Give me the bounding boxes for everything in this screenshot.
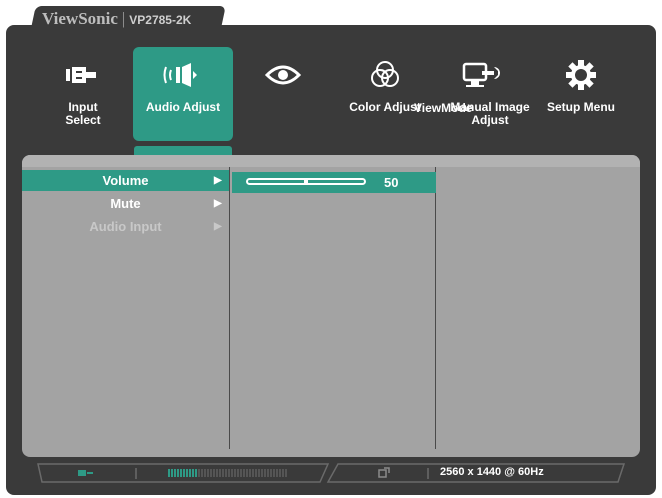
tab-input-select-label: Input Select xyxy=(65,100,101,127)
level-segment xyxy=(282,469,284,477)
monitor-wrench-icon xyxy=(433,59,533,91)
level-segment xyxy=(204,469,206,477)
eye-icon xyxy=(233,59,333,91)
level-segment xyxy=(276,469,278,477)
tab-manual-image-adjust[interactable]: Manual Image Adjust xyxy=(433,47,533,141)
tab-color-adjust[interactable]: Color Adjust xyxy=(333,47,437,141)
signal-level-bar xyxy=(168,468,298,478)
level-segment xyxy=(195,469,197,477)
chevron-right-icon: ▶ xyxy=(214,198,222,209)
tab-viewmode-icon[interactable] xyxy=(233,47,333,141)
chevron-right-icon: ▶ xyxy=(214,175,222,186)
chevron-right-icon: ▶ xyxy=(214,221,222,232)
level-segment xyxy=(240,469,242,477)
menu-item-volume-label: Volume xyxy=(102,173,149,188)
level-segment xyxy=(255,469,257,477)
menu-item-audio-input-label: Audio Input xyxy=(89,219,162,234)
speaker-icon xyxy=(133,59,233,91)
menu-item-audio-input: Audio Input ▶ xyxy=(22,216,229,237)
level-segment xyxy=(264,469,266,477)
level-segment xyxy=(171,469,173,477)
level-segment xyxy=(168,469,170,477)
column-divider-1 xyxy=(229,167,230,449)
level-segment xyxy=(216,469,218,477)
level-segment xyxy=(279,469,281,477)
level-segment xyxy=(192,469,194,477)
level-segment xyxy=(189,469,191,477)
level-segment xyxy=(228,469,230,477)
column-divider-2 xyxy=(435,167,436,449)
menu-item-mute[interactable]: Mute ▶ xyxy=(22,193,229,214)
level-segment xyxy=(180,469,182,477)
level-segment xyxy=(225,469,227,477)
volume-value: 50 xyxy=(384,175,399,190)
level-segment xyxy=(246,469,248,477)
level-segment xyxy=(258,469,260,477)
menu-item-volume[interactable]: Volume ▶ xyxy=(22,170,229,191)
main-tabs: Input Select Audio Adjust Color Adjust V… xyxy=(0,0,662,150)
level-segment xyxy=(285,469,287,477)
level-segment xyxy=(234,469,236,477)
level-segment xyxy=(198,469,200,477)
level-segment xyxy=(273,469,275,477)
gear-icon xyxy=(533,59,629,91)
level-segment xyxy=(219,469,221,477)
input-select-icon xyxy=(33,59,133,91)
level-segment xyxy=(177,469,179,477)
tab-setup-menu[interactable]: Setup Menu xyxy=(533,47,629,141)
level-segment xyxy=(237,469,239,477)
level-segment xyxy=(222,469,224,477)
level-segment xyxy=(243,469,245,477)
level-segment xyxy=(270,469,272,477)
level-segment xyxy=(261,469,263,477)
submenu-panel: Volume ▶ Mute ▶ Audio Input ▶ 50 xyxy=(22,155,640,457)
level-segment xyxy=(249,469,251,477)
input-indicator-icon xyxy=(78,468,98,478)
resolution-readout: 2560 x 1440 @ 60Hz xyxy=(440,466,544,478)
color-circles-icon xyxy=(333,59,437,91)
level-segment xyxy=(183,469,185,477)
level-segment xyxy=(231,469,233,477)
level-segment xyxy=(213,469,215,477)
volume-slider-knob[interactable] xyxy=(304,179,308,184)
volume-slider[interactable] xyxy=(246,178,366,185)
level-segment xyxy=(210,469,212,477)
panel-header-shade xyxy=(22,155,640,167)
status-bar: 2560 x 1440 @ 60Hz xyxy=(28,462,632,484)
link-icon xyxy=(378,467,390,479)
volume-value-row[interactable]: 50 xyxy=(232,172,436,193)
level-segment xyxy=(207,469,209,477)
level-segment xyxy=(174,469,176,477)
level-segment xyxy=(267,469,269,477)
tab-audio-adjust-label: Audio Adjust xyxy=(145,100,221,114)
tab-input-select[interactable]: Input Select xyxy=(33,47,133,141)
level-segment xyxy=(201,469,203,477)
tab-setup-menu-label: Setup Menu xyxy=(547,100,615,114)
tab-manual-image-adjust-label: Manual Image Adjust xyxy=(450,100,530,127)
menu-item-mute-label: Mute xyxy=(110,196,141,211)
level-segment xyxy=(186,469,188,477)
level-segment xyxy=(252,469,254,477)
tab-audio-adjust[interactable]: Audio Adjust xyxy=(133,47,233,141)
